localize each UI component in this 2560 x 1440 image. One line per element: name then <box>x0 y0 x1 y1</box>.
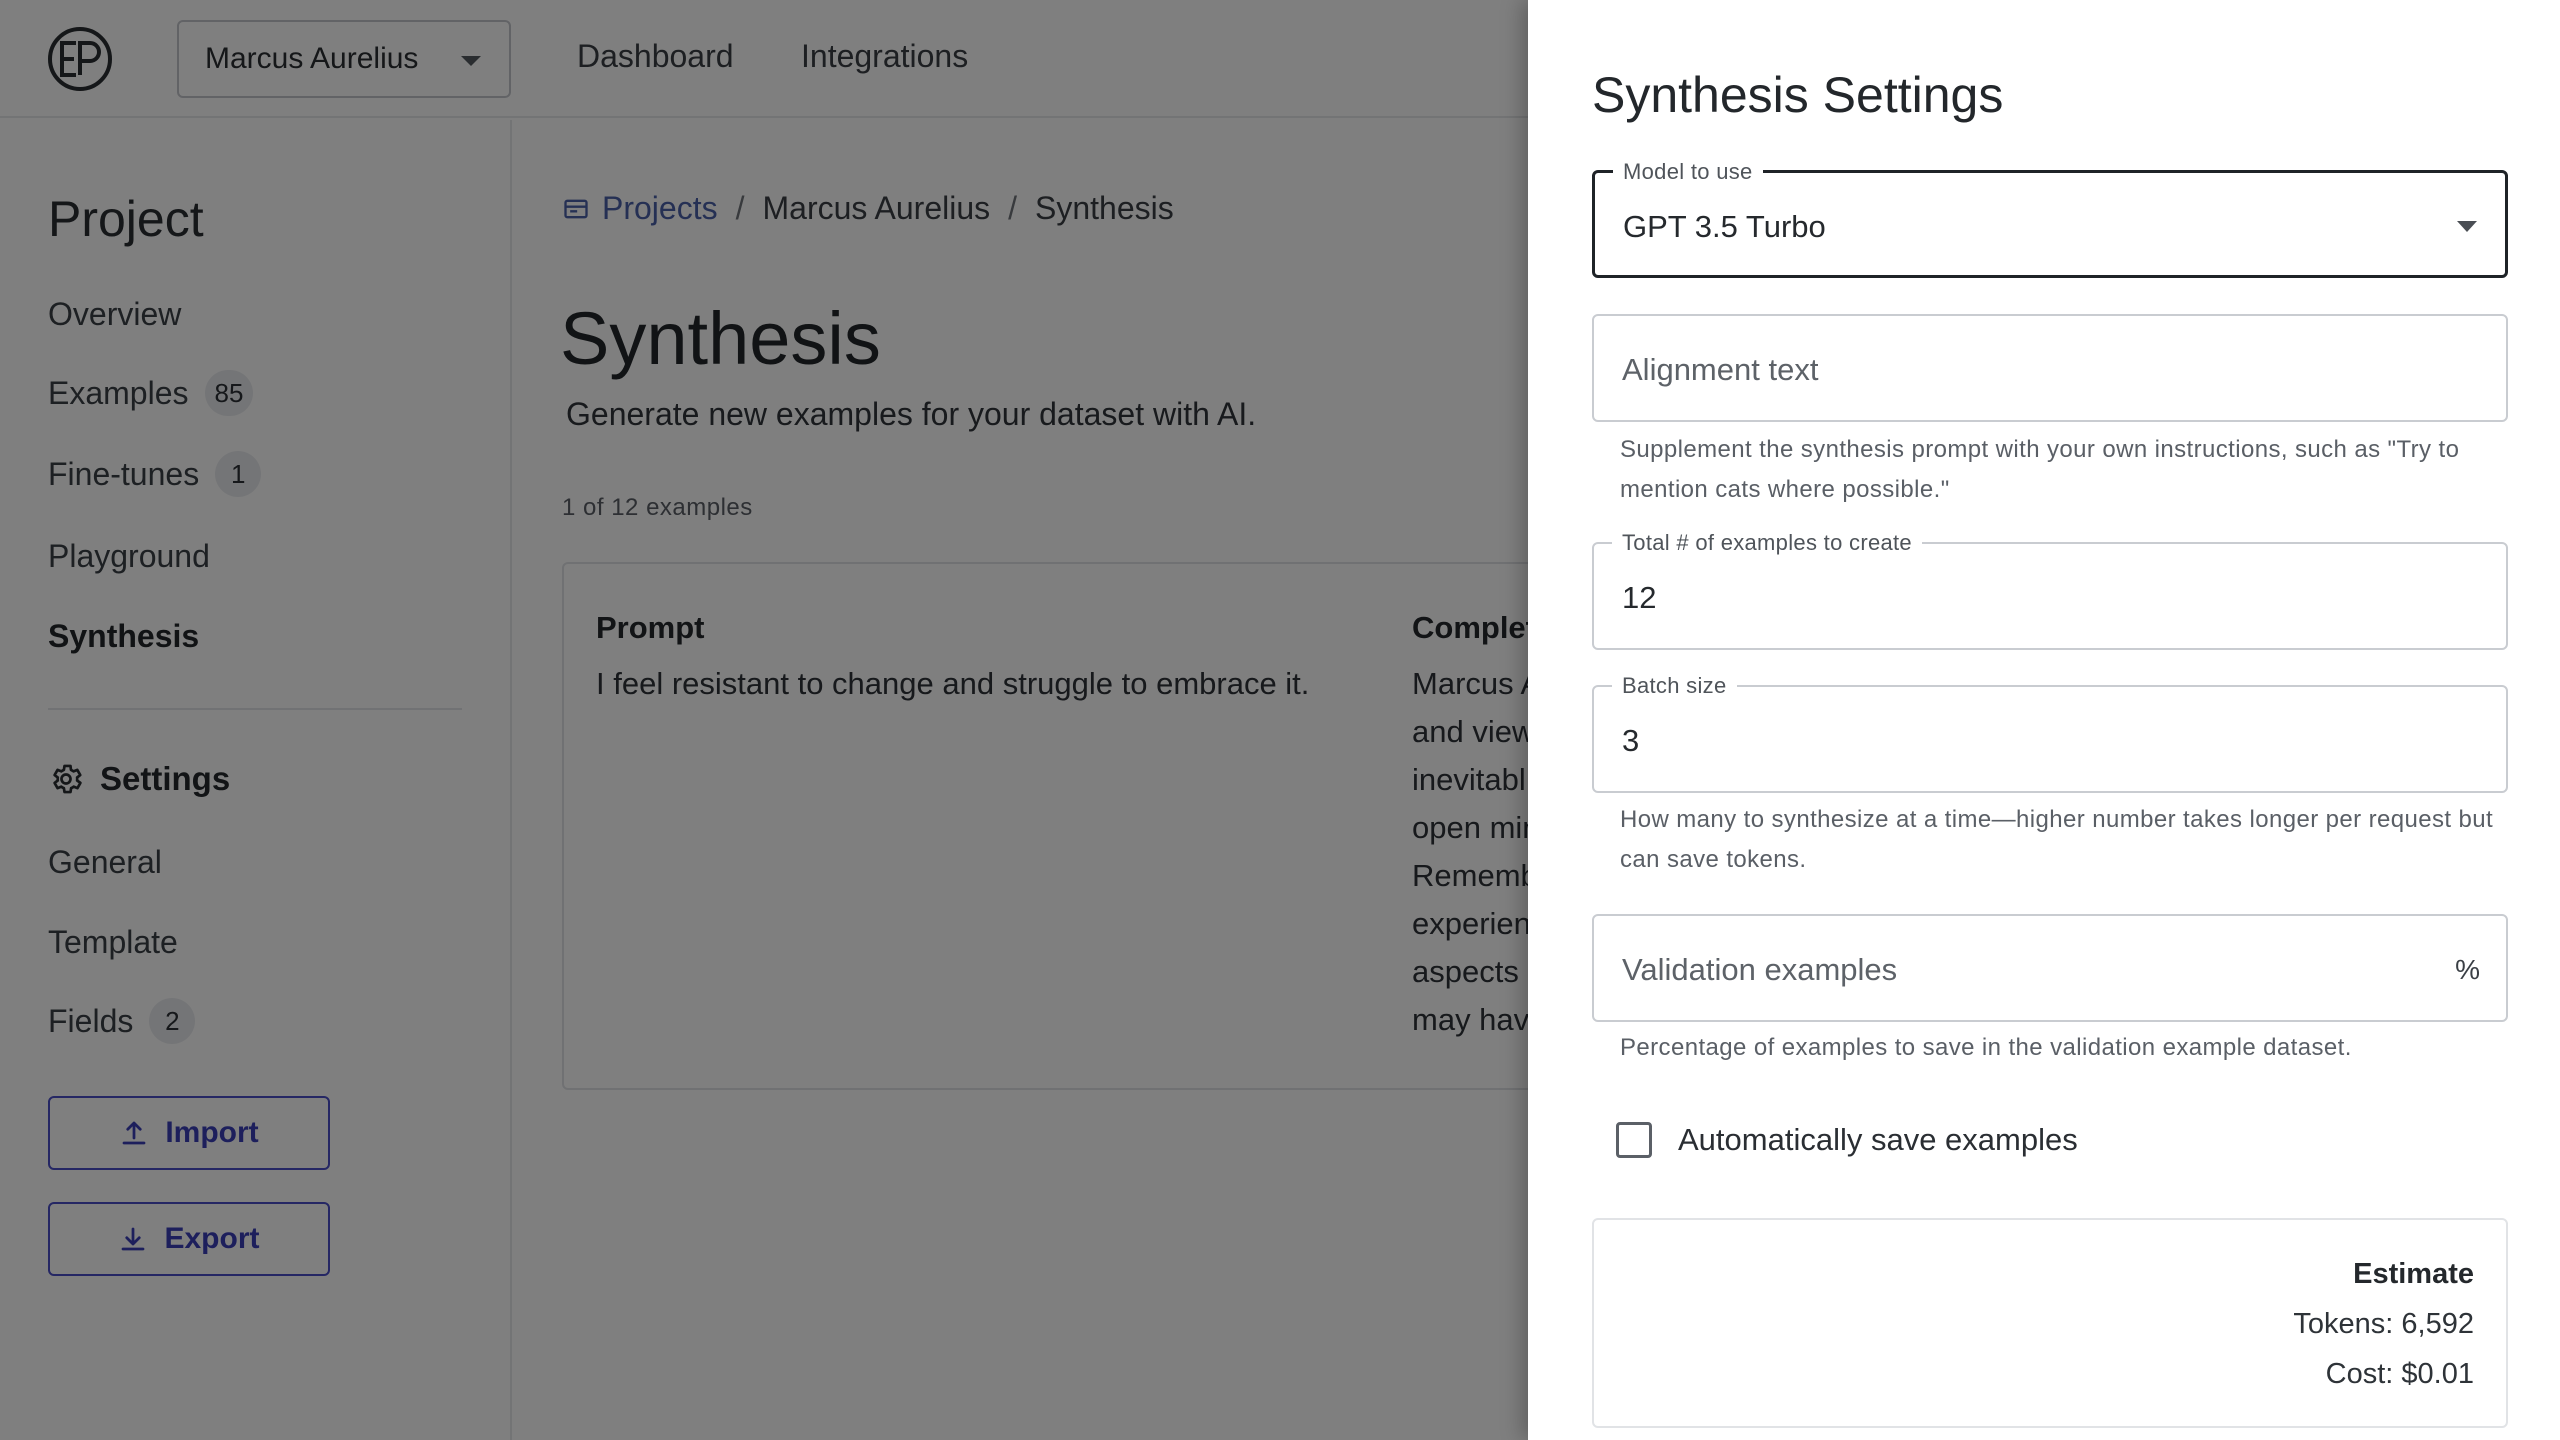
synthesis-settings-drawer: Synthesis Settings Model to use GPT 3.5 … <box>1528 0 2560 1440</box>
batch-size-value: 3 <box>1622 723 1640 758</box>
validation-examples-field[interactable]: Validation examples % <box>1592 914 2508 1022</box>
alignment-helper-text: Supplement the synthesis prompt with you… <box>1620 436 2460 503</box>
validation-examples-placeholder: Validation examples <box>1622 952 1898 987</box>
autosave-label[interactable]: Automatically save examples <box>1678 1122 2078 1158</box>
alignment-text-placeholder: Alignment text <box>1622 352 1819 387</box>
autosave-row[interactable]: Automatically save examples <box>1616 1122 2078 1158</box>
total-examples-value: 12 <box>1622 580 1657 615</box>
total-examples-field[interactable]: Total # of examples to create 12 <box>1592 530 2508 650</box>
model-select-label: Model to use <box>1613 159 1763 185</box>
batch-size-field[interactable]: Batch size 3 <box>1592 673 2508 793</box>
estimate-card: Estimate Tokens: 6,592 Cost: $0.01 <box>1592 1218 2508 1428</box>
autosave-checkbox[interactable] <box>1616 1122 1652 1158</box>
estimate-title: Estimate <box>2353 1258 2474 1290</box>
chevron-down-icon <box>2457 221 2477 232</box>
model-select[interactable]: Model to use GPT 3.5 Turbo <box>1592 159 2508 278</box>
validation-helper-text: Percentage of examples to save in the va… <box>1620 1034 2352 1061</box>
model-select-value: GPT 3.5 Turbo <box>1623 209 1826 244</box>
batch-size-label: Batch size <box>1612 673 1737 699</box>
total-examples-label: Total # of examples to create <box>1612 530 1922 556</box>
percent-suffix: % <box>2455 954 2480 985</box>
drawer-title: Synthesis Settings <box>1592 67 2004 123</box>
alignment-text-field[interactable]: Alignment text <box>1592 314 2508 422</box>
estimate-cost: Cost: $0.01 <box>2325 1358 2474 1390</box>
batch-size-helper-text: How many to synthesize at a time—higher … <box>1620 806 2494 873</box>
estimate-tokens: Tokens: 6,592 <box>2293 1308 2474 1340</box>
